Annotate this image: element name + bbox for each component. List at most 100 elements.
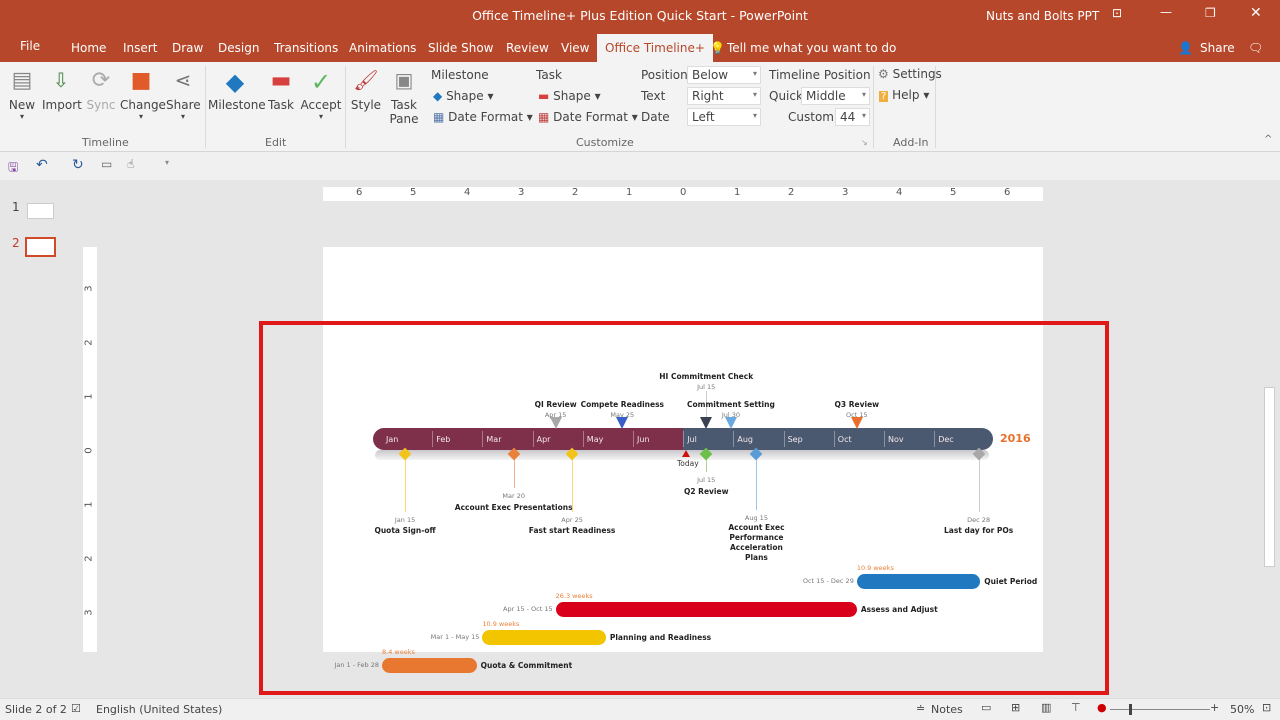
help-icon: ? — [879, 91, 889, 102]
change-button[interactable]: ■ Change ▾ — [120, 68, 166, 121]
ribbon: ▤ New ▾ ⇩ Import ⟳ Sync ■ Change ▾ ⋖ Share ▾ Tim… — [0, 62, 1280, 152]
slide-sorter-icon[interactable]: ⊞ — [1011, 701, 1020, 714]
date-format-label: Date Format — [448, 110, 523, 124]
slideshow-icon[interactable]: ⊤ — [1071, 701, 1081, 714]
ruler-number: 3 — [83, 609, 95, 616]
spellcheck-icon[interactable]: ☑ — [71, 702, 81, 715]
share-label: Share — [166, 98, 201, 112]
new-button[interactable]: ▤ New ▾ — [6, 68, 38, 121]
presentation-icon[interactable]: ▭ — [101, 157, 112, 171]
touch-mode-icon[interactable]: ☝ — [127, 157, 134, 171]
task-date-format-button[interactable]: ▦ Date Format ▾ — [538, 110, 638, 124]
tab-view[interactable]: View — [561, 41, 589, 55]
slide-thumbnail-2[interactable] — [25, 237, 56, 257]
timeline-position-label: Timeline Position — [769, 68, 871, 82]
vertical-ruler: 3 2 1 0 1 2 3 — [83, 247, 97, 652]
zoom-slider-thumb[interactable] — [1129, 704, 1132, 715]
task-heading: Task — [536, 68, 562, 82]
restore-icon[interactable]: ❐ — [1205, 6, 1216, 20]
zoom-out-icon[interactable]: ● — [1097, 701, 1107, 714]
custom-position-input[interactable]: 44 — [835, 108, 870, 126]
task-button[interactable]: ▬ Task — [266, 68, 296, 112]
shape-icon: ◆ — [433, 89, 443, 103]
ruler-number: 5 — [410, 187, 417, 198]
tab-transitions[interactable]: Transitions — [274, 41, 338, 55]
tab-insert[interactable]: Insert — [123, 41, 157, 55]
import-label: Import — [42, 98, 82, 112]
save-icon[interactable]: 🖫 — [8, 158, 18, 179]
notes-button[interactable]: Notes — [931, 703, 963, 716]
date-select[interactable]: Left — [687, 108, 761, 126]
undo-icon[interactable]: ↶ — [36, 157, 48, 173]
ribbon-display-icon[interactable]: ⊡ — [1112, 6, 1122, 20]
share-timeline-button[interactable]: ⋖ Share ▾ — [166, 68, 201, 121]
settings-button[interactable]: ⚙ Settings — [878, 67, 942, 81]
dialog-launcher-icon[interactable]: ↘ — [861, 138, 868, 147]
zoom-in-icon[interactable]: + — [1210, 701, 1219, 714]
milestone-date-format-button[interactable]: ▦ Date Format ▾ — [433, 110, 533, 124]
lightbulb-icon: 💡 — [710, 41, 725, 55]
language[interactable]: English (United States) — [96, 703, 222, 716]
reading-view-icon[interactable]: ▥ — [1041, 701, 1051, 714]
user-name[interactable]: Nuts and Bolts PPT — [986, 9, 1099, 23]
custom-label: Custom — [788, 110, 834, 124]
sync-button[interactable]: ⟳ Sync — [86, 68, 116, 112]
import-button[interactable]: ⇩ Import — [42, 68, 82, 112]
task-pane-button[interactable]: ▣ Task Pane — [386, 68, 422, 126]
minimize-icon[interactable]: — — [1160, 5, 1172, 19]
date-format-label: Date Format — [553, 110, 628, 124]
tell-me-search[interactable]: Tell me what you want to do — [727, 41, 896, 55]
person-icon: 👤 — [1178, 41, 1193, 55]
tab-design[interactable]: Design — [218, 41, 259, 55]
milestone-button[interactable]: ◆ Milestone — [208, 68, 266, 112]
calendar-icon: ▦ — [433, 110, 445, 124]
tab-file[interactable]: File — [20, 39, 40, 53]
slide-thumbnail-1[interactable] — [27, 203, 54, 219]
quick-select[interactable]: Middle — [801, 87, 870, 105]
zoom-slider[interactable] — [1110, 709, 1210, 710]
help-label: Help — [892, 88, 920, 102]
accept-button[interactable]: ✓ Accept ▾ — [300, 68, 342, 121]
horizontal-ruler: 6 5 4 3 2 1 0 1 2 3 4 5 6 — [323, 187, 1043, 201]
vertical-scrollbar[interactable] — [1263, 187, 1277, 639]
ruler-number: 2 — [83, 339, 95, 346]
ruler-number: 6 — [1004, 187, 1011, 198]
text-select[interactable]: Right — [687, 87, 761, 105]
help-button[interactable]: ? Help ▾ — [879, 88, 929, 102]
style-button[interactable]: 🖌 Style — [350, 68, 382, 112]
task-shape-button[interactable]: ▬ Shape ▾ — [538, 89, 601, 103]
task-pane-label: Task Pane — [389, 98, 419, 126]
ruler-number: 5 — [950, 187, 957, 198]
ruler-number: 1 — [626, 187, 633, 198]
share-icon: ⋖ — [174, 68, 192, 92]
gear-icon: ⚙ — [878, 67, 889, 81]
sync-icon: ⟳ — [91, 68, 111, 93]
ruler-number: 2 — [788, 187, 795, 198]
ruler-number: 3 — [518, 187, 525, 198]
milestone-label: Milestone — [208, 98, 266, 112]
notes-icon: ≐ — [916, 702, 926, 715]
position-select[interactable]: Below — [687, 66, 761, 84]
comments-icon[interactable]: 🗨 — [1248, 41, 1263, 55]
scrollbar-thumb[interactable] — [1264, 387, 1275, 567]
zoom-level[interactable]: 50% — [1230, 703, 1254, 716]
tab-draw[interactable]: Draw — [172, 41, 203, 55]
customize-toolbar-icon[interactable]: ▾ — [165, 158, 169, 167]
redo-icon[interactable]: ↻ — [72, 157, 84, 173]
tab-slide-show[interactable]: Slide Show — [428, 41, 493, 55]
ruler-number: 3 — [83, 285, 95, 292]
share-button[interactable]: Share — [1200, 41, 1235, 55]
tab-review[interactable]: Review — [506, 41, 549, 55]
normal-view-icon[interactable]: ▭ — [981, 701, 991, 714]
fit-to-window-icon[interactable]: ⊡ — [1262, 701, 1271, 714]
milestone-shape-button[interactable]: ◆ Shape ▾ — [433, 89, 493, 103]
sync-label: Sync — [86, 98, 116, 112]
tab-animations[interactable]: Animations — [349, 41, 416, 55]
ribbon-tabs: File Home Insert Draw Design Transitions… — [0, 32, 1280, 62]
tab-office-timeline[interactable]: Office Timeline+ — [597, 34, 713, 62]
new-timeline-icon: ▤ — [11, 68, 33, 93]
collapse-ribbon-icon[interactable]: ^ — [1264, 134, 1272, 145]
slide-counter: Slide 2 of 2 — [5, 703, 67, 716]
close-icon[interactable]: ✕ — [1250, 5, 1262, 21]
tab-home[interactable]: Home — [71, 41, 106, 55]
